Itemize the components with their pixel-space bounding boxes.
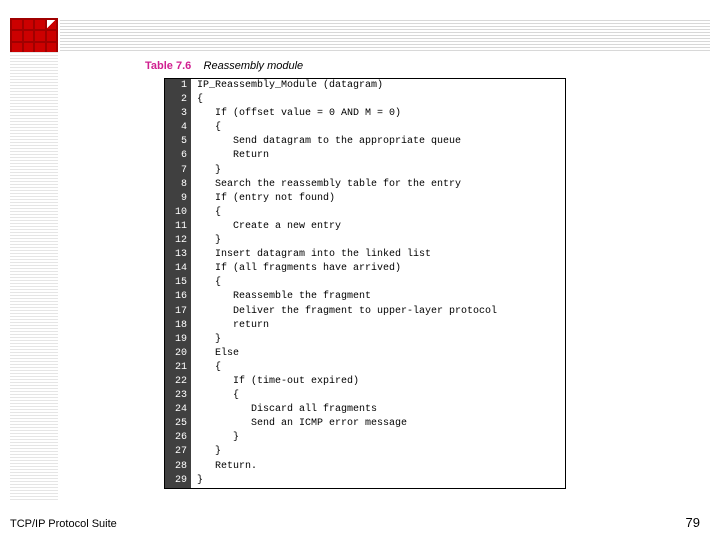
line-number: 1	[165, 79, 191, 93]
code-row: 29}	[165, 474, 565, 488]
code-row: 6 Return	[165, 149, 565, 163]
code-text: return	[191, 319, 565, 333]
code-row: 28 Return.	[165, 460, 565, 474]
code-row: 17 Deliver the fragment to upper-layer p…	[165, 305, 565, 319]
code-text: }	[191, 333, 565, 347]
line-number: 21	[165, 361, 191, 375]
code-text: Send datagram to the appropriate queue	[191, 135, 565, 149]
line-number: 11	[165, 220, 191, 234]
code-row: 15 {	[165, 276, 565, 290]
code-text: Reassemble the fragment	[191, 290, 565, 304]
code-row: 21 {	[165, 361, 565, 375]
code-row: 12 }	[165, 234, 565, 248]
code-text: {	[191, 389, 565, 403]
line-number: 13	[165, 248, 191, 262]
code-text: {	[191, 121, 565, 135]
code-row: 11 Create a new entry	[165, 220, 565, 234]
code-row: 2{	[165, 93, 565, 107]
line-number: 10	[165, 206, 191, 220]
line-number: 27	[165, 445, 191, 459]
code-row: 13 Insert datagram into the linked list	[165, 248, 565, 262]
code-text: {	[191, 361, 565, 375]
line-number: 12	[165, 234, 191, 248]
code-text: If (entry not found)	[191, 192, 565, 206]
header-strip	[60, 20, 710, 52]
code-row: 10 {	[165, 206, 565, 220]
page-number: 79	[686, 515, 700, 530]
code-row: 27 }	[165, 445, 565, 459]
line-number: 19	[165, 333, 191, 347]
line-number: 20	[165, 347, 191, 361]
line-number: 18	[165, 319, 191, 333]
line-number: 3	[165, 107, 191, 121]
line-number: 15	[165, 276, 191, 290]
code-row: 7 }	[165, 164, 565, 178]
code-text: {	[191, 206, 565, 220]
code-row: 18 return	[165, 319, 565, 333]
line-number: 28	[165, 460, 191, 474]
code-text: Discard all fragments	[191, 403, 565, 417]
code-text: If (offset value = 0 AND M = 0)	[191, 107, 565, 121]
code-row: 22 If (time-out expired)	[165, 375, 565, 389]
table-caption: Table 7.6 Reassembly module	[145, 60, 303, 72]
line-number: 26	[165, 431, 191, 445]
line-number: 25	[165, 417, 191, 431]
line-number: 6	[165, 149, 191, 163]
code-row: 5 Send datagram to the appropriate queue	[165, 135, 565, 149]
code-text: }	[191, 164, 565, 178]
code-row: 14 If (all fragments have arrived)	[165, 262, 565, 276]
line-number: 16	[165, 290, 191, 304]
code-text: Insert datagram into the linked list	[191, 248, 565, 262]
code-text: Create a new entry	[191, 220, 565, 234]
line-number: 4	[165, 121, 191, 135]
code-row: 25 Send an ICMP error message	[165, 417, 565, 431]
table-label: Table 7.6	[145, 60, 191, 72]
code-text: }	[191, 474, 565, 488]
code-row: 9 If (entry not found)	[165, 192, 565, 206]
side-panel	[10, 52, 58, 500]
code-row: 20 Else	[165, 347, 565, 361]
code-row: 8 Search the reassembly table for the en…	[165, 178, 565, 192]
code-text: }	[191, 431, 565, 445]
line-number: 17	[165, 305, 191, 319]
code-text: If (time-out expired)	[191, 375, 565, 389]
code-text: }	[191, 445, 565, 459]
code-text: Else	[191, 347, 565, 361]
line-number: 29	[165, 474, 191, 488]
code-text: Deliver the fragment to upper-layer prot…	[191, 305, 565, 319]
line-number: 5	[165, 135, 191, 149]
code-row: 24 Discard all fragments	[165, 403, 565, 417]
code-text: {	[191, 93, 565, 107]
line-number: 2	[165, 93, 191, 107]
code-row: 4 {	[165, 121, 565, 135]
code-text: Return.	[191, 460, 565, 474]
line-number: 8	[165, 178, 191, 192]
code-row: 26 }	[165, 431, 565, 445]
code-row: 3 If (offset value = 0 AND M = 0)	[165, 107, 565, 121]
code-row: 19 }	[165, 333, 565, 347]
table-title: Reassembly module	[204, 60, 304, 72]
line-number: 7	[165, 164, 191, 178]
line-number: 22	[165, 375, 191, 389]
code-text: Send an ICMP error message	[191, 417, 565, 431]
line-number: 24	[165, 403, 191, 417]
code-text: }	[191, 234, 565, 248]
line-number: 9	[165, 192, 191, 206]
code-text: Return	[191, 149, 565, 163]
line-number: 14	[165, 262, 191, 276]
code-row: 23 {	[165, 389, 565, 403]
code-text: Search the reassembly table for the entr…	[191, 178, 565, 192]
code-text: IP_Reassembly_Module (datagram)	[191, 79, 565, 93]
code-text: If (all fragments have arrived)	[191, 262, 565, 276]
code-row: 1IP_Reassembly_Module (datagram)	[165, 79, 565, 93]
code-text: {	[191, 276, 565, 290]
code-table: 1IP_Reassembly_Module (datagram)2{3 If (…	[164, 78, 566, 489]
line-number: 23	[165, 389, 191, 403]
grid-logo	[10, 18, 58, 54]
code-row: 16 Reassemble the fragment	[165, 290, 565, 304]
footer-source: TCP/IP Protocol Suite	[10, 518, 117, 530]
